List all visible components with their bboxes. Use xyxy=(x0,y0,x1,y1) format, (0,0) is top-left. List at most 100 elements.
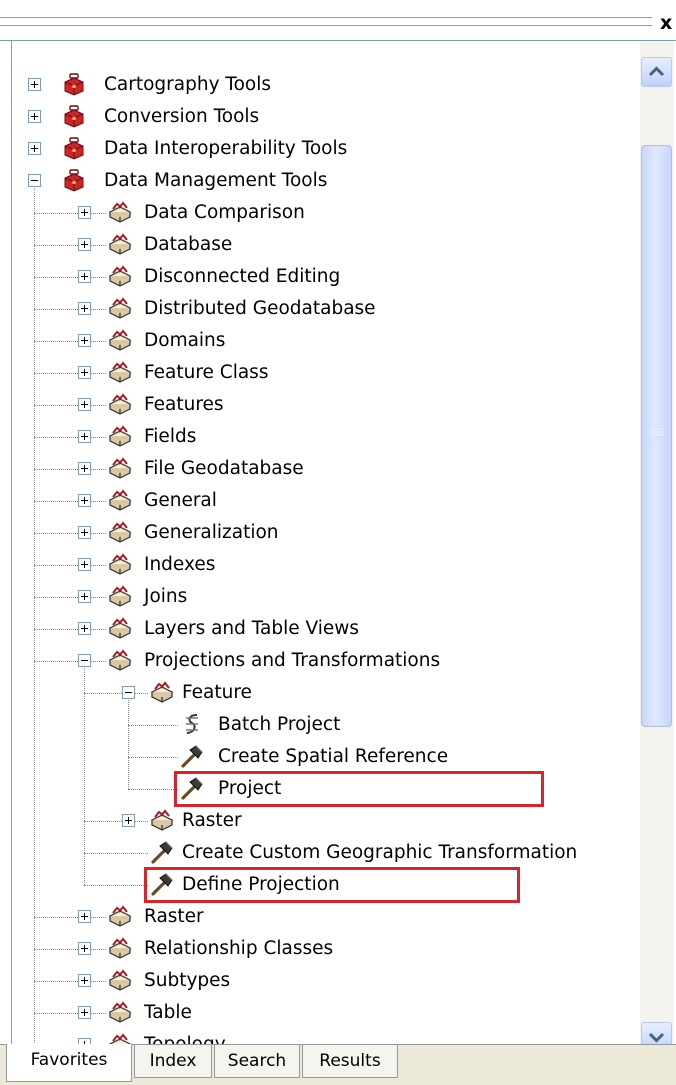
tree-item-label[interactable]: Batch Project xyxy=(218,714,340,736)
expand-icon[interactable] xyxy=(122,814,135,827)
tree-item-label[interactable]: Disconnected Editing xyxy=(144,266,340,288)
expand-icon[interactable] xyxy=(78,558,91,571)
tree-item-raster[interactable]: Raster xyxy=(12,901,642,933)
tree-item-label[interactable]: Table xyxy=(144,1002,192,1024)
expand-icon[interactable] xyxy=(78,590,91,603)
tree-item-domains[interactable]: Domains xyxy=(12,325,642,357)
expand-icon[interactable] xyxy=(78,238,91,251)
tree-item-cartography-tools[interactable]: Cartography Tools xyxy=(12,69,642,101)
tree-item-database[interactable]: Database xyxy=(12,229,642,261)
tree-item-data-interoperability-tools[interactable]: Data Interoperability Tools xyxy=(12,133,642,165)
tree-item-disconnected-editing[interactable]: Disconnected Editing xyxy=(12,261,642,293)
tree-item-label[interactable]: Joins xyxy=(144,586,187,608)
collapse-icon[interactable] xyxy=(122,686,135,699)
expand-icon[interactable] xyxy=(78,910,91,923)
tree-item-file-geodatabase[interactable]: File Geodatabase xyxy=(12,453,642,485)
expand-icon[interactable] xyxy=(78,622,91,635)
tab-favorites[interactable]: Favorites xyxy=(6,1044,132,1082)
expand-icon[interactable] xyxy=(28,142,41,155)
tree-item-features[interactable]: Features xyxy=(12,389,642,421)
tree-item-feature-class[interactable]: Feature Class xyxy=(12,357,642,389)
tab-index[interactable]: Index xyxy=(134,1045,212,1078)
tree-item-project[interactable]: Project xyxy=(12,773,642,805)
tree-item-label[interactable]: Data Comparison xyxy=(144,202,305,224)
tree-item-label[interactable]: Feature xyxy=(182,682,252,704)
title-bar[interactable]: x xyxy=(0,0,676,40)
expand-icon[interactable] xyxy=(78,430,91,443)
tree-item-joins[interactable]: Joins xyxy=(12,581,642,613)
tree-item-generalization[interactable]: Generalization xyxy=(12,517,642,549)
tree-item-create-spatial-reference[interactable]: Create Spatial Reference xyxy=(12,741,642,773)
tree-item-label[interactable]: Layers and Table Views xyxy=(144,618,359,640)
tree-item-label[interactable]: Data Management Tools xyxy=(104,170,327,192)
tree-item-label[interactable]: Project xyxy=(218,778,281,800)
expand-icon[interactable] xyxy=(78,398,91,411)
tree-item-feature[interactable]: Feature xyxy=(12,677,642,709)
expand-icon[interactable] xyxy=(78,942,91,955)
tree-item-label[interactable]: Domains xyxy=(144,330,225,352)
collapse-icon[interactable] xyxy=(28,174,41,187)
tree-item-layers-and-table-views[interactable]: Layers and Table Views xyxy=(12,613,642,645)
tree-item-table[interactable]: Table xyxy=(12,997,642,1029)
tree-item-label[interactable]: Fields xyxy=(144,426,196,448)
tree-item-raster-sub[interactable]: Raster xyxy=(12,805,642,837)
tree-item-data-comparison[interactable]: Data Comparison xyxy=(12,197,642,229)
expand-icon[interactable] xyxy=(78,302,91,315)
toolset-icon xyxy=(108,392,132,416)
tree-item-label[interactable]: File Geodatabase xyxy=(144,458,304,480)
scroll-up-button[interactable] xyxy=(641,57,672,87)
tab-search[interactable]: Search xyxy=(214,1045,300,1078)
tree-item-relationship-classes[interactable]: Relationship Classes xyxy=(12,933,642,965)
vertical-scrollbar[interactable] xyxy=(640,41,674,1052)
tree-item-label[interactable]: Data Interoperability Tools xyxy=(104,138,347,160)
toolset-icon xyxy=(108,904,132,928)
expand-icon[interactable] xyxy=(28,110,41,123)
toolset-icon xyxy=(108,328,132,352)
expand-icon[interactable] xyxy=(28,78,41,91)
close-icon[interactable]: x xyxy=(660,14,676,33)
tree-item-batch-project[interactable]: Batch Project xyxy=(12,709,642,741)
expand-icon[interactable] xyxy=(78,974,91,987)
expand-icon[interactable] xyxy=(78,206,91,219)
tree-item-fields[interactable]: Fields xyxy=(12,421,642,453)
tree-item-label[interactable]: Features xyxy=(144,394,224,416)
expand-icon[interactable] xyxy=(78,270,91,283)
expand-icon[interactable] xyxy=(78,494,91,507)
tree-item-label[interactable]: Distributed Geodatabase xyxy=(144,298,376,320)
tree-item-label[interactable]: Define Projection xyxy=(182,874,340,896)
tree-item-label[interactable]: Projections and Transformations xyxy=(144,650,440,672)
collapse-icon[interactable] xyxy=(78,654,91,667)
tab-results[interactable]: Results xyxy=(302,1045,398,1078)
tree-item-distributed-geodatabase[interactable]: Distributed Geodatabase xyxy=(12,293,642,325)
tree-item-label[interactable]: Create Custom Geographic Transformation xyxy=(182,842,577,864)
tree-item-projections-and-transformations[interactable]: Projections and Transformations xyxy=(12,645,642,677)
tree-item-create-custom-geographic-transformation[interactable]: Create Custom Geographic Transformation xyxy=(12,837,642,869)
scroll-thumb[interactable] xyxy=(641,145,672,727)
tree-item-label[interactable]: Database xyxy=(144,234,232,256)
expand-icon[interactable] xyxy=(78,1006,91,1019)
tree-item-indexes[interactable]: Indexes xyxy=(12,549,642,581)
tree-item-label[interactable]: Raster xyxy=(182,810,242,832)
tree-item-label[interactable]: Cartography Tools xyxy=(104,74,271,96)
tree-item-define-projection[interactable]: Define Projection xyxy=(12,869,642,901)
tree-item-label[interactable]: Generalization xyxy=(144,522,279,544)
tree-item-label[interactable]: Feature Class xyxy=(144,362,268,384)
tree-item-conversion-tools[interactable]: Conversion Tools xyxy=(12,101,642,133)
tree-item-label[interactable]: Conversion Tools xyxy=(104,106,259,128)
tree-item-topology[interactable]: Topology xyxy=(12,1029,642,1045)
expand-icon[interactable] xyxy=(78,334,91,347)
expand-icon[interactable] xyxy=(78,462,91,475)
expand-icon[interactable] xyxy=(78,526,91,539)
expand-icon[interactable] xyxy=(78,366,91,379)
tree-item-label[interactable]: Indexes xyxy=(144,554,215,576)
tree-item-label[interactable]: General xyxy=(144,490,217,512)
toolset-icon xyxy=(108,968,132,992)
tree-item-label[interactable]: Subtypes xyxy=(144,970,230,992)
tree-item-general[interactable]: General xyxy=(12,485,642,517)
tree-item-label[interactable]: Create Spatial Reference xyxy=(218,746,448,768)
tree-item-data-management-tools[interactable]: Data Management Tools xyxy=(12,165,642,197)
tree-item-label[interactable]: Relationship Classes xyxy=(144,938,333,960)
tree-item-subtypes[interactable]: Subtypes xyxy=(12,965,642,997)
toolset-icon xyxy=(108,616,132,640)
tree-item-label[interactable]: Raster xyxy=(144,906,204,928)
